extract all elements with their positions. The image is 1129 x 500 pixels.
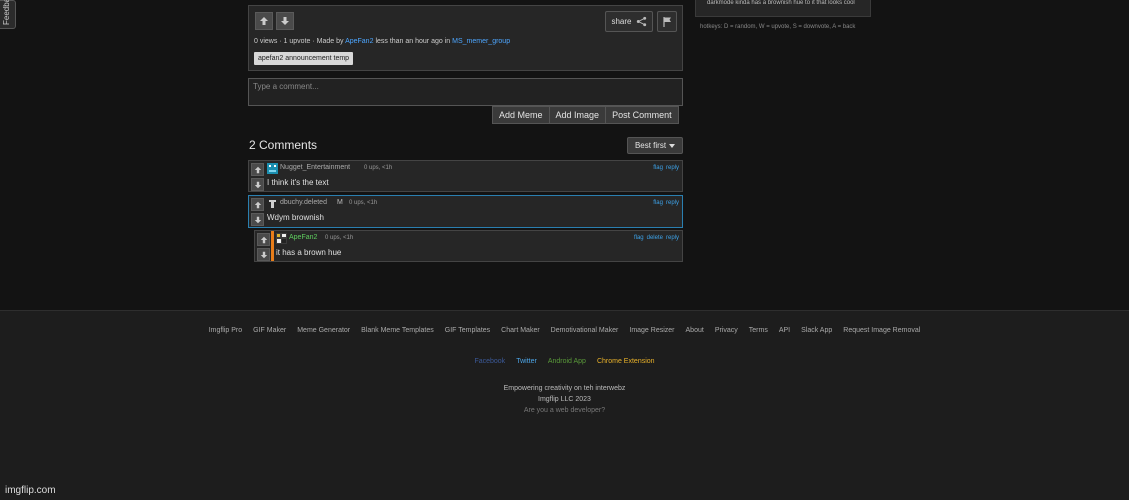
sort-label: Best first (634, 141, 667, 150)
post-tag[interactable]: apefan2 announcement temp (254, 52, 354, 65)
comment-input[interactable] (248, 78, 683, 106)
flag-link[interactable]: flag (634, 235, 644, 241)
avatar (267, 163, 278, 174)
twitter-link[interactable]: Twitter (516, 358, 537, 365)
chrome-extension-link[interactable]: Chrome Extension (597, 358, 655, 365)
arrow-up-icon (260, 17, 268, 25)
comment-meta: 0 ups, <1h (364, 165, 393, 171)
reply-link[interactable]: reply (666, 235, 679, 241)
footer-copyright: Imgflip LLC 2023 (538, 396, 591, 403)
comment-username[interactable]: dbuchy.deleted (280, 199, 327, 206)
comment-downvote-button[interactable] (251, 178, 264, 191)
flag-icon (662, 16, 671, 27)
comment-upvote-button[interactable] (251, 198, 264, 211)
post-time: less than an hour ago in (375, 38, 451, 45)
footer-links: Imgflip Pro GIF Maker Meme Generator Bla… (0, 327, 1129, 334)
mod-badge: M (337, 199, 343, 206)
avatar (267, 198, 278, 209)
comment-downvote-button[interactable] (251, 213, 264, 226)
watermark: imgflip.com (5, 485, 56, 496)
post-meta: 0 views · 1 upvote · Made by ApeFan2 les… (254, 38, 510, 45)
footer-link[interactable]: GIF Templates (445, 327, 490, 334)
footer-link[interactable]: Slack App (801, 327, 832, 334)
footer-link[interactable]: Meme Generator (297, 327, 350, 334)
comment-links: flag reply (650, 200, 679, 206)
flag-button[interactable] (657, 11, 677, 32)
comment-downvote-button[interactable] (257, 248, 270, 261)
comment-item: Nugget_Entertainment 0 ups, <1h flag repl… (248, 160, 683, 192)
upvote-button[interactable] (255, 12, 273, 30)
comment-username[interactable]: Nugget_Entertainment (280, 164, 350, 171)
android-app-link[interactable]: Android App (548, 358, 586, 365)
arrow-up-icon (254, 166, 261, 173)
comment-links: flag delete reply (631, 235, 679, 241)
feedback-tab-label: Feedback (2, 0, 11, 25)
footer-link[interactable]: About (686, 327, 704, 334)
arrow-down-icon (254, 181, 261, 188)
comment-upvote-button[interactable] (251, 163, 264, 176)
share-label: share (611, 17, 632, 26)
comment-reply-item: ApeFan2 0 ups, <1h flag delete reply it ha… (254, 230, 683, 262)
comment-meta: 0 ups, <1h (325, 235, 354, 241)
post-panel: share 0 views · 1 upvote · Made by ApeFa… (248, 5, 683, 71)
sidebar-caption: darkmode kinda has a brownish hue to it … (707, 0, 855, 6)
add-meme-button[interactable]: Add Meme (492, 106, 550, 124)
comment-actions: Add Meme Add Image Post Comment (492, 106, 679, 124)
comment-links: flag reply (650, 165, 679, 171)
footer: Imgflip Pro GIF Maker Meme Generator Bla… (0, 310, 1129, 500)
footer-link[interactable]: Blank Meme Templates (361, 327, 434, 334)
caret-down-icon (669, 143, 676, 148)
delete-link[interactable]: delete (647, 235, 663, 241)
web-developer-link[interactable]: Are you a web developer? (0, 407, 1129, 414)
comment-text: Wdym brownish (267, 213, 324, 222)
feedback-tab[interactable]: Feedback (0, 0, 16, 29)
footer-link[interactable]: GIF Maker (253, 327, 286, 334)
share-icon (636, 16, 646, 27)
flag-link[interactable]: flag (653, 200, 663, 206)
footer-link[interactable]: Imgflip Pro (209, 327, 242, 334)
arrow-up-icon (260, 236, 267, 243)
footer-link[interactable]: Terms (749, 327, 768, 334)
reply-link[interactable]: reply (666, 165, 679, 171)
arrow-down-icon (281, 17, 289, 25)
footer-link[interactable]: Chart Maker (501, 327, 540, 334)
arrow-up-icon (254, 201, 261, 208)
comment-upvote-button[interactable] (257, 233, 270, 246)
footer-tagline: Empowering creativity on teh interwebz (503, 385, 626, 392)
sort-dropdown[interactable]: Best first (627, 137, 683, 154)
comment-item: dbuchy.deleted M 0 ups, <1h flag reply Wd… (248, 195, 683, 228)
footer-link[interactable]: Request Image Removal (843, 327, 920, 334)
footer-social-links: Facebook Twitter Android App Chrome Exte… (0, 358, 1129, 365)
footer-link[interactable]: Privacy (715, 327, 738, 334)
comment-text: it has a brown hue (276, 248, 342, 257)
op-indicator (271, 231, 274, 261)
downvote-button[interactable] (276, 12, 294, 30)
add-image-button[interactable]: Add Image (549, 106, 607, 124)
footer-link[interactable]: Demotivational Maker (551, 327, 619, 334)
comment-username[interactable]: ApeFan2 (289, 234, 317, 241)
stream-link[interactable]: MS_memer_group (452, 38, 510, 45)
post-stats: 0 views · 1 upvote · Made by (254, 38, 344, 45)
post-author-link[interactable]: ApeFan2 (345, 38, 373, 45)
reply-link[interactable]: reply (666, 200, 679, 206)
flag-link[interactable]: flag (653, 165, 663, 171)
comment-meta: 0 ups, <1h (349, 200, 378, 206)
footer-link[interactable]: API (779, 327, 790, 334)
arrow-down-icon (260, 251, 267, 258)
facebook-link[interactable]: Facebook (474, 358, 505, 365)
avatar (276, 233, 287, 244)
footer-link[interactable]: Image Resizer (629, 327, 674, 334)
hotkeys-hint: hotkeys: D = random, W = upvote, S = dow… (700, 24, 856, 30)
share-button[interactable]: share (605, 11, 653, 32)
arrow-down-icon (254, 216, 261, 223)
comments-heading: 2 Comments (249, 138, 318, 152)
comment-text: I think it's the text (267, 178, 329, 187)
sidebar-caption-box: darkmode kinda has a brownish hue to it … (695, 0, 871, 17)
post-comment-button[interactable]: Post Comment (606, 106, 679, 124)
